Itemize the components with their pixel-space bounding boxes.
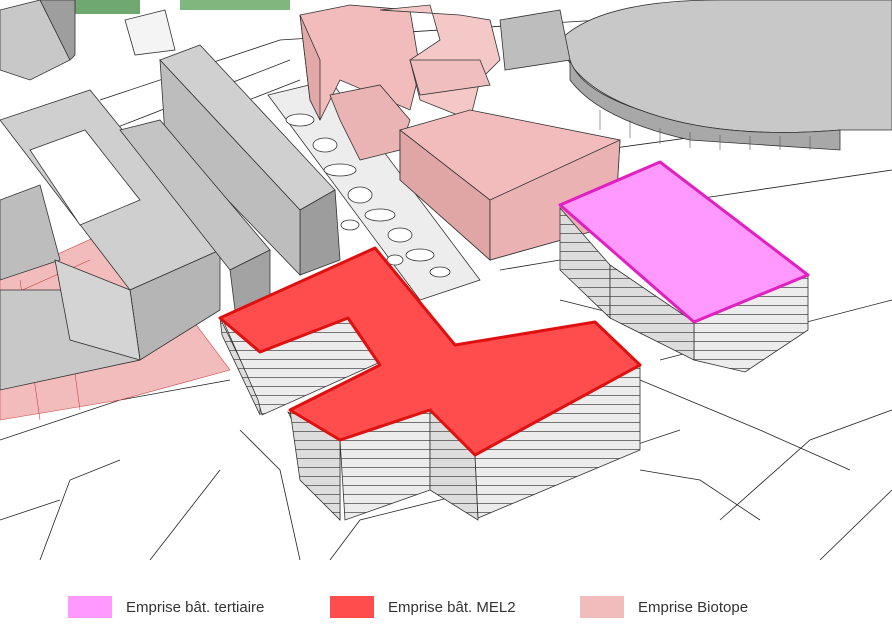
- legend-item-mel2: Emprise bât. MEL2: [330, 596, 516, 618]
- legend: Emprise bât. tertiaire Emprise bât. MEL2…: [0, 590, 892, 628]
- site-3d-view: [0, 0, 892, 560]
- legend-swatch-mel2: [330, 596, 374, 618]
- legend-item-biotope: Emprise Biotope: [580, 596, 748, 618]
- legend-label-biotope: Emprise Biotope: [638, 598, 749, 616]
- legend-label-tertiaire: Emprise bât. tertiaire: [126, 598, 265, 616]
- legend-item-tertiaire: Emprise bât. tertiaire: [68, 596, 264, 618]
- legend-label-mel2: Emprise bât. MEL2: [388, 598, 516, 616]
- legend-swatch-biotope: [580, 596, 624, 618]
- legend-swatch-tertiaire: [68, 596, 112, 618]
